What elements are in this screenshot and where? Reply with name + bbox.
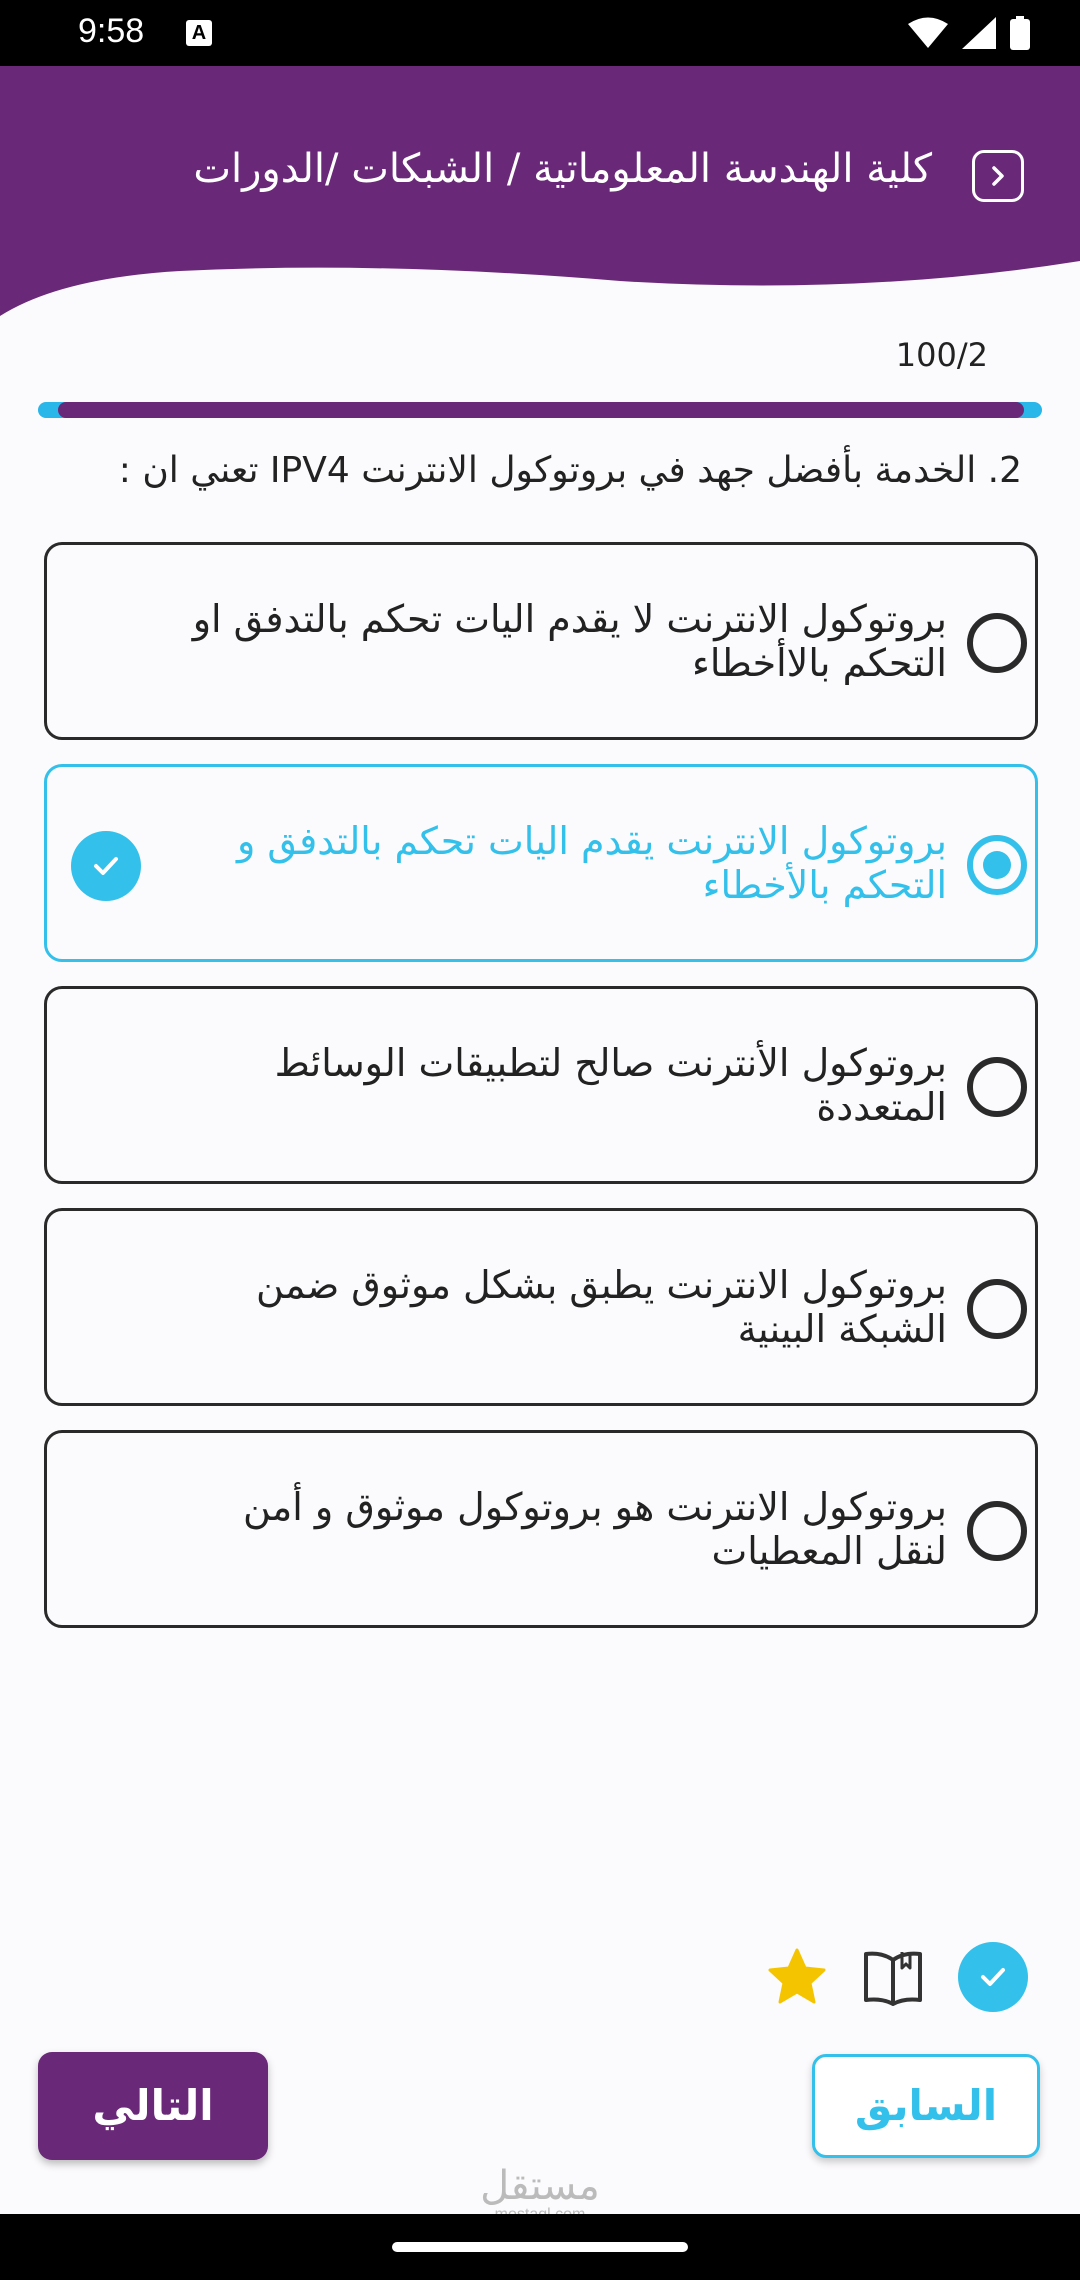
- status-time: 9:58: [78, 12, 145, 50]
- wifi-icon: [908, 17, 948, 48]
- radio-button[interactable]: [967, 1279, 1027, 1339]
- status-bar: 9:58 A: [0, 0, 1080, 66]
- answer-option-text: بروتوكول الانترنت يقدم اليات تحكم بالتدف…: [237, 819, 947, 907]
- answer-option-text: بروتوكول الانترنت لا يقدم اليات تحكم بال…: [192, 597, 947, 685]
- answer-option-1[interactable]: بروتوكول الانترنت لا يقدم اليات تحكم بال…: [44, 542, 1038, 740]
- progress-bar-fill: [57, 402, 1024, 418]
- explanation-book-button[interactable]: [858, 1942, 928, 2012]
- chevron-right-icon: [992, 166, 1004, 186]
- check-answer-button[interactable]: [958, 1942, 1028, 2012]
- answer-option-text: بروتوكول الانترنت هو بروتوكول موثوق و أم…: [242, 1485, 947, 1573]
- watermark-arabic: مستقل: [480, 2163, 600, 2209]
- answer-option-3[interactable]: بروتوكول الأنترنت صالح لتطبيقات الوسائط …: [44, 986, 1038, 1184]
- home-gesture-handle[interactable]: [392, 2242, 688, 2252]
- system-nav-bar: [0, 2214, 1080, 2280]
- battery-icon: [1010, 16, 1030, 50]
- favorite-star-button[interactable]: [762, 1942, 832, 2012]
- correct-check-icon: [71, 831, 141, 901]
- answer-option-text: بروتوكول الانترنت يطبق بشكل موثوق ضمن ال…: [256, 1263, 947, 1351]
- header-title: كلية الهندسة المعلوماتية / الشبكات /الدو…: [193, 146, 932, 192]
- keyboard-badge-icon: A: [186, 20, 212, 46]
- star-icon: [768, 1948, 826, 2004]
- header-wave-background: [0, 66, 1080, 316]
- question-text: 2. الخدمة بأفضل جهد في بروتوكول الانترنت…: [118, 450, 1022, 491]
- check-icon: [981, 1968, 1005, 1986]
- radio-button[interactable]: [967, 1501, 1027, 1561]
- answer-option-2[interactable]: بروتوكول الانترنت يقدم اليات تحكم بالتدف…: [44, 764, 1038, 962]
- previous-button[interactable]: السابق: [812, 2054, 1040, 2158]
- radio-button[interactable]: [967, 1057, 1027, 1117]
- answer-option-5[interactable]: بروتوكول الانترنت هو بروتوكول موثوق و أم…: [44, 1430, 1038, 1628]
- next-button[interactable]: التالي: [38, 2052, 268, 2160]
- answer-option-4[interactable]: بروتوكول الانترنت يطبق بشكل موثوق ضمن ال…: [44, 1208, 1038, 1406]
- progress-label: 100/2: [895, 336, 988, 374]
- status-icons: [908, 16, 1030, 50]
- signal-icon: [962, 17, 996, 49]
- answer-option-text: بروتوكول الأنترنت صالح لتطبيقات الوسائط …: [274, 1041, 947, 1129]
- radio-button[interactable]: [967, 613, 1027, 673]
- back-button[interactable]: [972, 150, 1024, 202]
- radio-button[interactable]: [967, 835, 1027, 895]
- book-icon: [864, 1951, 922, 2006]
- app-header: كلية الهندسة المعلوماتية / الشبكات /الدو…: [0, 66, 1080, 326]
- progress-bar: [38, 402, 1042, 418]
